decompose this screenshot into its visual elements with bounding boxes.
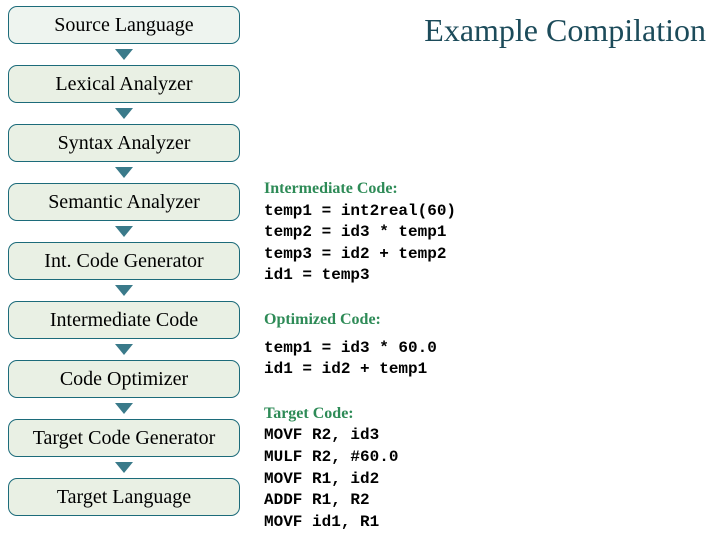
optimized-code-block: Optimized Code: temp1 = id3 * 60.0 id1 =… [264, 309, 694, 381]
stage-source-language: Source Language [8, 6, 240, 44]
stage-target-language: Target Language [8, 478, 240, 516]
stage-intermediate-code: Intermediate Code [8, 301, 240, 339]
arrow-down-icon [115, 462, 133, 473]
stage-target-code-generator: Target Code Generator [8, 419, 240, 457]
stage-code-optimizer: Code Optimizer [8, 360, 240, 398]
stage-int-code-generator: Int. Code Generator [8, 242, 240, 280]
intermediate-code-block: Intermediate Code: temp1 = int2real(60) … [264, 178, 694, 287]
arrow-down-icon [115, 285, 133, 296]
optimized-heading: Optimized Code: [264, 309, 694, 331]
code-examples-column: Intermediate Code: temp1 = int2real(60) … [264, 178, 694, 533]
target-code: MOVF R2, id3 MULF R2, #60.0 MOVF R1, id2… [264, 425, 694, 533]
arrow-down-icon [115, 344, 133, 355]
target-code-block: Target Code: MOVF R2, id3 MULF R2, #60.0… [264, 403, 694, 534]
arrow-down-icon [115, 108, 133, 119]
stage-semantic-analyzer: Semantic Analyzer [8, 183, 240, 221]
pipeline-column: Source Language Lexical Analyzer Syntax … [8, 6, 240, 516]
intermediate-code: temp1 = int2real(60) temp2 = id3 * temp1… [264, 201, 694, 287]
arrow-down-icon [115, 167, 133, 178]
intermediate-heading: Intermediate Code: [264, 178, 694, 200]
arrow-down-icon [115, 403, 133, 414]
arrow-down-icon [115, 226, 133, 237]
optimized-code: temp1 = id3 * 60.0 id1 = id2 + temp1 [264, 338, 694, 381]
page-title: Example Compilation [424, 12, 706, 49]
stage-lexical-analyzer: Lexical Analyzer [8, 65, 240, 103]
arrow-down-icon [115, 49, 133, 60]
stage-syntax-analyzer: Syntax Analyzer [8, 124, 240, 162]
target-heading: Target Code: [264, 403, 694, 425]
